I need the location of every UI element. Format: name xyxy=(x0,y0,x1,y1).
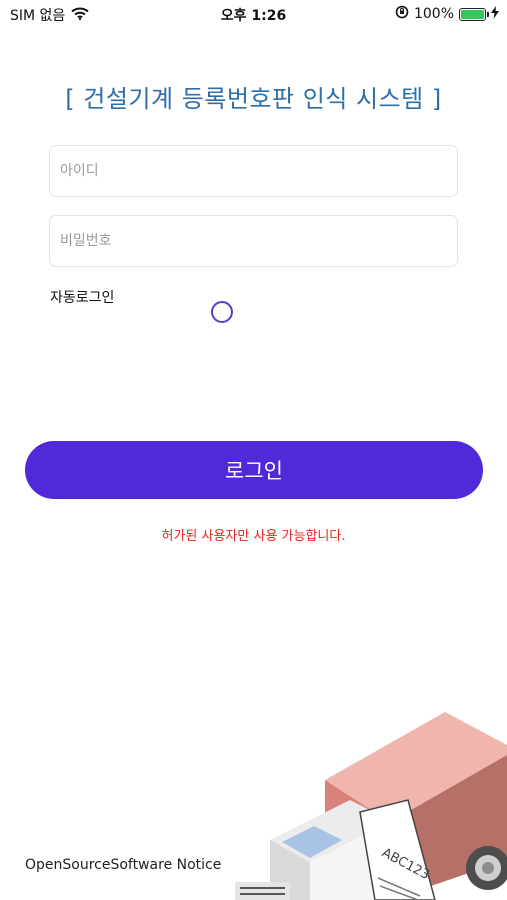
status-bar: SIM 없음 오후 1:26 100% xyxy=(0,0,507,28)
status-right: 100% xyxy=(395,5,499,23)
id-input[interactable] xyxy=(50,146,457,196)
auto-login-label: 자동로그인 xyxy=(50,290,115,306)
id-field-wrapper xyxy=(49,145,458,197)
battery-percent: 100% xyxy=(413,6,454,22)
page-title: [ 건설기계 등록번호판 인식 시스템 ] xyxy=(65,85,442,113)
orientation-lock-icon xyxy=(395,5,409,23)
battery-icon xyxy=(459,7,489,21)
truck-illustration: ABC123 xyxy=(235,712,507,900)
password-input[interactable] xyxy=(50,216,457,266)
login-button[interactable]: 로그인 xyxy=(25,441,483,499)
password-field-wrapper xyxy=(49,215,458,267)
authorized-users-notice: 허가된 사용자만 사용 가능합니다. xyxy=(161,529,346,544)
open-source-notice-link[interactable]: OpenSourceSoftware Notice xyxy=(25,857,221,873)
auto-login-radio[interactable] xyxy=(211,301,233,323)
charging-icon xyxy=(491,5,499,23)
battery-level xyxy=(461,9,484,19)
